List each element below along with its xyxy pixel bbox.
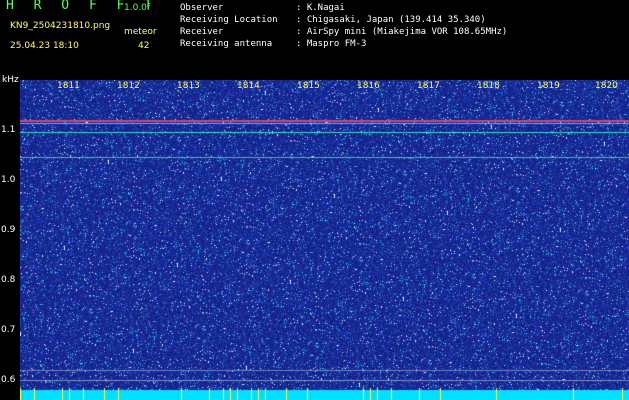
antenna-value: : Maspro FM-3	[296, 39, 367, 49]
x-tick-1819: 1819	[537, 81, 560, 91]
y-tick-1.1: 1.1	[1, 125, 16, 135]
location-label: Receiving Location	[180, 15, 278, 25]
receiver-value: : AirSpy mini (Miakejima VOR 108.65MHz)	[296, 27, 508, 37]
y-tick-0.8: 0.8	[1, 275, 16, 285]
x-tick-1815: 1815	[297, 81, 320, 91]
file-name: KN9_2504231810.png	[10, 21, 111, 31]
app-version: 1.0.0f	[124, 3, 151, 13]
x-tick-1816: 1816	[357, 81, 380, 91]
x-tick-1811: 1811	[57, 81, 80, 91]
x-tick-1820: 1820	[595, 81, 618, 91]
x-tick-1813: 1813	[177, 81, 200, 91]
x-tick-1818: 1818	[477, 81, 500, 91]
y-tick-0.6: 0.6	[1, 375, 16, 385]
y-tick-1.0: 1.0	[1, 175, 16, 185]
meteor-count: 42	[138, 41, 150, 51]
x-tick-1817: 1817	[417, 81, 440, 91]
receiver-label: Receiver	[180, 27, 224, 37]
x-tick-1814: 1814	[237, 81, 260, 91]
observer-label: Observer	[180, 3, 224, 13]
x-tick-1812: 1812	[117, 81, 140, 91]
spectrogram	[20, 80, 629, 400]
y-axis-unit: kHz	[2, 75, 19, 85]
antenna-label: Receiving antenna	[180, 39, 273, 49]
meteor-label: meteor	[124, 27, 157, 37]
location-value: : Chigasaki, Japan (139.414 35.340)	[296, 15, 486, 25]
y-tick-0.9: 0.9	[1, 225, 16, 235]
timestamp: 25.04.23 18:10	[10, 41, 79, 51]
y-tick-0.7: 0.7	[1, 325, 16, 335]
observer-value: : K.Nagai	[296, 3, 345, 13]
